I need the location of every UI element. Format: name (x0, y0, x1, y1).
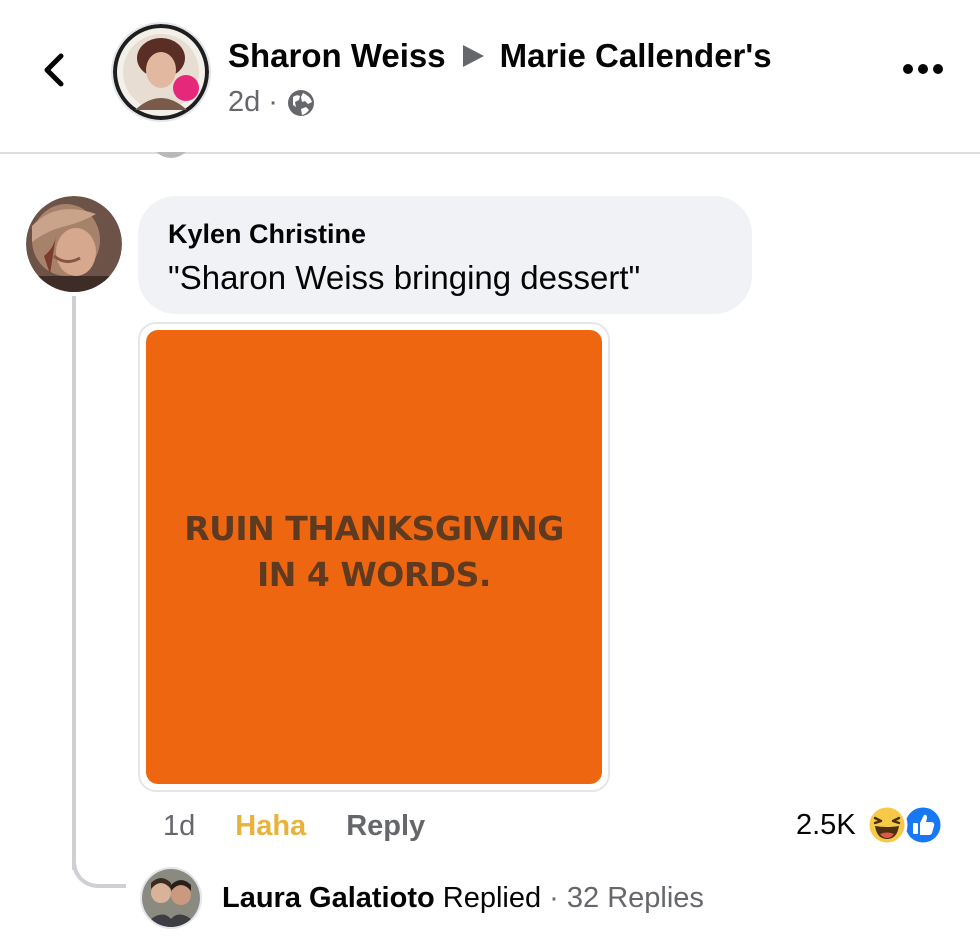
comment-author[interactable]: Kylen Christine (168, 216, 752, 252)
more-dots-icon (903, 64, 943, 74)
replies-summary: Laura Galatioto Replied · 32 Replies (222, 882, 704, 915)
image-caption-line-2: IN 4 WORDS. (257, 555, 491, 594)
reaction-summary[interactable]: 2.5K (796, 804, 944, 846)
triangle-right-icon (462, 45, 484, 67)
post-meta: 2d · (228, 86, 316, 119)
back-button[interactable] (34, 46, 74, 94)
post-author-avatar[interactable] (111, 22, 211, 122)
view-replies-link[interactable]: Laura Galatioto Replied · 32 Replies (140, 867, 704, 929)
reaction-icons (866, 804, 944, 846)
image-caption: RUIN THANKSGIVING IN 4 WORDS. (184, 506, 564, 598)
comment-bubble: Kylen Christine "Sharon Weiss bringing d… (138, 196, 752, 314)
like-icon (902, 804, 944, 846)
more-options-button[interactable] (898, 52, 948, 86)
replier-avatar (140, 867, 202, 929)
comment-time[interactable]: 1d (163, 810, 195, 843)
post-target-page[interactable]: Marie Callender's (500, 37, 772, 75)
post-title: Sharon Weiss Marie Callender's (228, 36, 772, 76)
replied-word: Replied (442, 881, 542, 914)
comment-image-content: RUIN THANKSGIVING IN 4 WORDS. (146, 330, 602, 784)
thread-line (72, 296, 76, 870)
post-time[interactable]: 2d (228, 86, 260, 119)
haha-reaction-button[interactable]: Haha (235, 810, 306, 843)
globe-icon (287, 89, 314, 116)
chevron-left-icon (44, 53, 64, 87)
haha-icon (866, 804, 908, 846)
post-author-name[interactable]: Sharon Weiss (228, 37, 446, 75)
image-caption-line-1: RUIN THANKSGIVING (184, 509, 564, 548)
comment-actions: 1d Haha Reply (163, 806, 425, 846)
post-header: Sharon Weiss Marie Callender's 2d · (0, 0, 980, 154)
reply-button[interactable]: Reply (346, 810, 425, 843)
reaction-count: 2.5K (796, 808, 856, 841)
comment-text: "Sharon Weiss bringing dessert" (168, 259, 641, 296)
thread-line-curve (72, 846, 126, 888)
replier-name: Laura Galatioto (222, 881, 435, 914)
comment-image[interactable]: RUIN THANKSGIVING IN 4 WORDS. (138, 322, 610, 792)
commenter-avatar[interactable] (26, 196, 122, 292)
replies-separator: · (549, 881, 559, 914)
reply-count: 32 Replies (566, 881, 704, 914)
meta-separator: · (268, 86, 278, 118)
